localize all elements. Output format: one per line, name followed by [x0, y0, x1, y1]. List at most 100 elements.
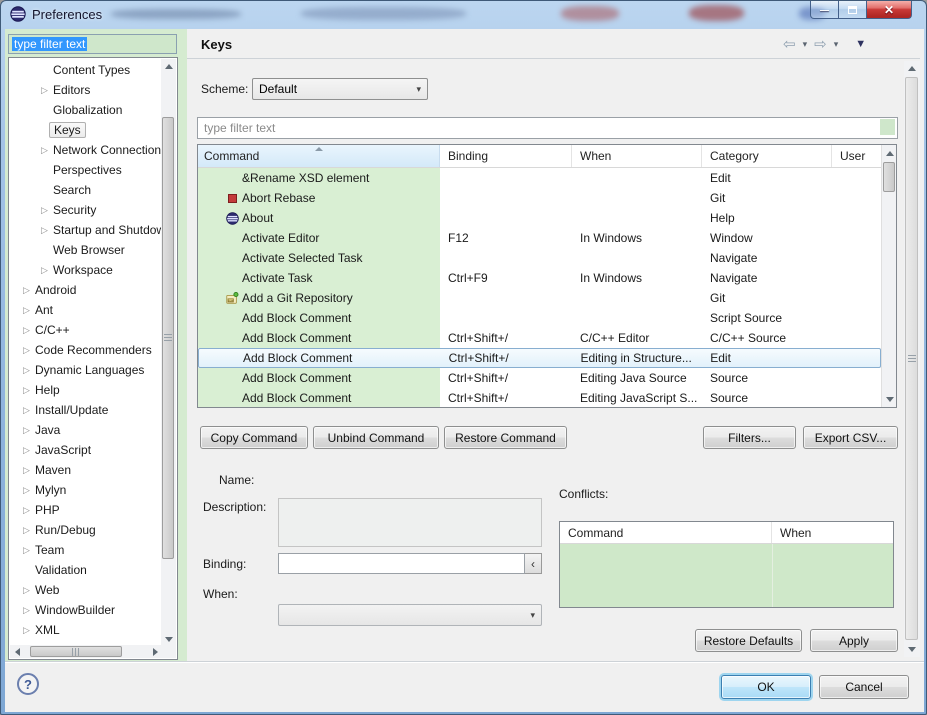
expand-icon[interactable]: ▷: [41, 140, 53, 160]
back-icon[interactable]: ⇦: [783, 37, 796, 52]
tree-vertical-scrollbar[interactable]: [161, 59, 176, 646]
sidebar-item-ant[interactable]: ▷Ant: [10, 300, 162, 320]
expand-icon[interactable]: ▷: [41, 80, 53, 100]
sidebar-item-editors[interactable]: ▷Editors: [10, 80, 162, 100]
command-row[interactable]: &Rename XSD element Edit: [198, 168, 881, 188]
expand-icon[interactable]: ▷: [23, 460, 35, 480]
sidebar-item-mylyn[interactable]: ▷Mylyn: [10, 480, 162, 500]
sidebar-item-android[interactable]: ▷Android: [10, 280, 162, 300]
expand-icon[interactable]: ▷: [23, 400, 35, 420]
column-header-user[interactable]: User: [832, 145, 880, 167]
command-row[interactable]: Abort Rebase Git: [198, 188, 881, 208]
when-combo[interactable]: ▾: [278, 604, 542, 626]
expand-icon[interactable]: ▷: [23, 520, 35, 540]
expand-icon[interactable]: ▷: [23, 600, 35, 620]
sidebar-item-maven[interactable]: ▷Maven: [10, 460, 162, 480]
scroll-up-button[interactable]: [882, 146, 897, 160]
sidebar-item-xml[interactable]: ▷XML: [10, 620, 162, 640]
sidebar-item-help[interactable]: ▷Help: [10, 380, 162, 400]
scroll-left-button[interactable]: [10, 645, 24, 658]
command-row[interactable]: Activate Editor F12 In Windows Window: [198, 228, 881, 248]
scroll-down-button[interactable]: [904, 642, 920, 657]
copy-command-button[interactable]: Copy Command: [200, 426, 308, 449]
expand-icon[interactable]: ▷: [23, 300, 35, 320]
expand-icon[interactable]: ▷: [23, 580, 35, 600]
view-menu-icon[interactable]: ▼: [855, 38, 866, 50]
conflicts-column-when[interactable]: When: [772, 522, 893, 543]
titlebar[interactable]: Preferences — ✕: [1, 1, 927, 29]
expand-icon[interactable]: ▷: [23, 620, 35, 640]
expand-icon[interactable]: ▷: [23, 540, 35, 560]
forward-icon[interactable]: ⇨: [814, 37, 827, 52]
tree-horizontal-scrollbar[interactable]: [10, 645, 162, 658]
minimize-button[interactable]: —: [810, 1, 839, 19]
expand-icon[interactable]: ▷: [23, 380, 35, 400]
command-row-selected[interactable]: Add Block Comment Ctrl+Shift+/ Editing i…: [198, 348, 881, 368]
sidebar-item-search[interactable]: Search: [10, 180, 162, 200]
column-header-category[interactable]: Category: [702, 145, 832, 167]
command-row[interactable]: Activate Selected Task Navigate: [198, 248, 881, 268]
scrollbar-thumb[interactable]: [905, 77, 918, 640]
sidebar-item-network-connections[interactable]: ▷Network Connections: [10, 140, 162, 160]
expand-icon[interactable]: ▷: [41, 200, 53, 220]
scroll-up-button[interactable]: [904, 61, 920, 76]
sidebar-item-code-recommenders[interactable]: ▷Code Recommenders: [10, 340, 162, 360]
expand-icon[interactable]: ▷: [41, 260, 53, 280]
unbind-command-button[interactable]: Unbind Command: [313, 426, 439, 449]
help-button[interactable]: ?: [17, 673, 39, 695]
command-row[interactable]: Activate Task Ctrl+F9 In Windows Navigat…: [198, 268, 881, 288]
back-history-dropdown-icon[interactable]: ▾: [803, 39, 808, 50]
export-csv-button[interactable]: Export CSV...: [803, 426, 898, 449]
key-filter-input[interactable]: [197, 117, 898, 139]
close-button[interactable]: ✕: [866, 1, 912, 19]
expand-icon[interactable]: ▷: [23, 480, 35, 500]
sidebar-item-globalization[interactable]: Globalization: [10, 100, 162, 120]
sidebar-item-content-types[interactable]: Content Types: [10, 60, 162, 80]
expand-icon[interactable]: ▷: [23, 500, 35, 520]
expand-icon[interactable]: ▷: [23, 440, 35, 460]
sidebar-item-web[interactable]: ▷Web: [10, 580, 162, 600]
sidebar-item-web-browser[interactable]: Web Browser: [10, 240, 162, 260]
command-row[interactable]: Add Block Comment Ctrl+Shift+/ Editing J…: [198, 368, 881, 388]
expand-icon[interactable]: ▷: [41, 220, 53, 240]
sidebar-item-workspace[interactable]: ▷Workspace: [10, 260, 162, 280]
scroll-down-button[interactable]: [882, 392, 897, 406]
conflicts-column-command[interactable]: Command: [560, 522, 772, 543]
expand-icon[interactable]: ▷: [23, 280, 35, 300]
scroll-right-button[interactable]: [148, 645, 162, 658]
sidebar-item-javascript[interactable]: ▷JavaScript: [10, 440, 162, 460]
binding-key-menu-button[interactable]: ‹: [525, 553, 542, 574]
scheme-combo[interactable]: Default ▾: [252, 78, 428, 100]
filters-button[interactable]: Filters...: [703, 426, 796, 449]
scrollbar-thumb[interactable]: [883, 162, 895, 192]
restore-command-button[interactable]: Restore Command: [444, 426, 567, 449]
restore-button[interactable]: [839, 1, 866, 19]
sidebar-item-perspectives[interactable]: Perspectives: [10, 160, 162, 180]
sidebar-item-run-debug[interactable]: ▷Run/Debug: [10, 520, 162, 540]
command-row[interactable]: GITAdd a Git Repository Git: [198, 288, 881, 308]
ok-button[interactable]: OK: [721, 675, 811, 699]
binding-field[interactable]: [278, 553, 525, 574]
sidebar-item-c-cpp[interactable]: ▷C/C++: [10, 320, 162, 340]
sidebar-item-security[interactable]: ▷Security: [10, 200, 162, 220]
column-header-command[interactable]: Command: [198, 145, 440, 167]
sidebar-item-validation[interactable]: Validation: [10, 560, 162, 580]
cancel-button[interactable]: Cancel: [819, 675, 909, 699]
page-vertical-scrollbar[interactable]: [904, 61, 920, 657]
sidebar-item-startup-and-shutdown[interactable]: ▷Startup and Shutdown: [10, 220, 162, 240]
scroll-up-button[interactable]: [161, 59, 176, 73]
column-header-when[interactable]: When: [572, 145, 702, 167]
expand-icon[interactable]: ▷: [23, 420, 35, 440]
column-header-binding[interactable]: Binding: [440, 145, 572, 167]
sidebar-item-windowbuilder[interactable]: ▷WindowBuilder: [10, 600, 162, 620]
expand-icon[interactable]: ▷: [23, 320, 35, 340]
sidebar-item-install-update[interactable]: ▷Install/Update: [10, 400, 162, 420]
expand-icon[interactable]: ▷: [23, 340, 35, 360]
sidebar-item-dynamic-languages[interactable]: ▷Dynamic Languages: [10, 360, 162, 380]
table-vertical-scrollbar[interactable]: [881, 145, 896, 407]
sidebar-item-keys[interactable]: Keys: [10, 120, 162, 140]
command-row[interactable]: Add Block Comment Ctrl+Shift+/ Editing J…: [198, 388, 881, 408]
sidebar-item-team[interactable]: ▷Team: [10, 540, 162, 560]
restore-defaults-button[interactable]: Restore Defaults: [695, 629, 802, 652]
sidebar-item-java[interactable]: ▷Java: [10, 420, 162, 440]
